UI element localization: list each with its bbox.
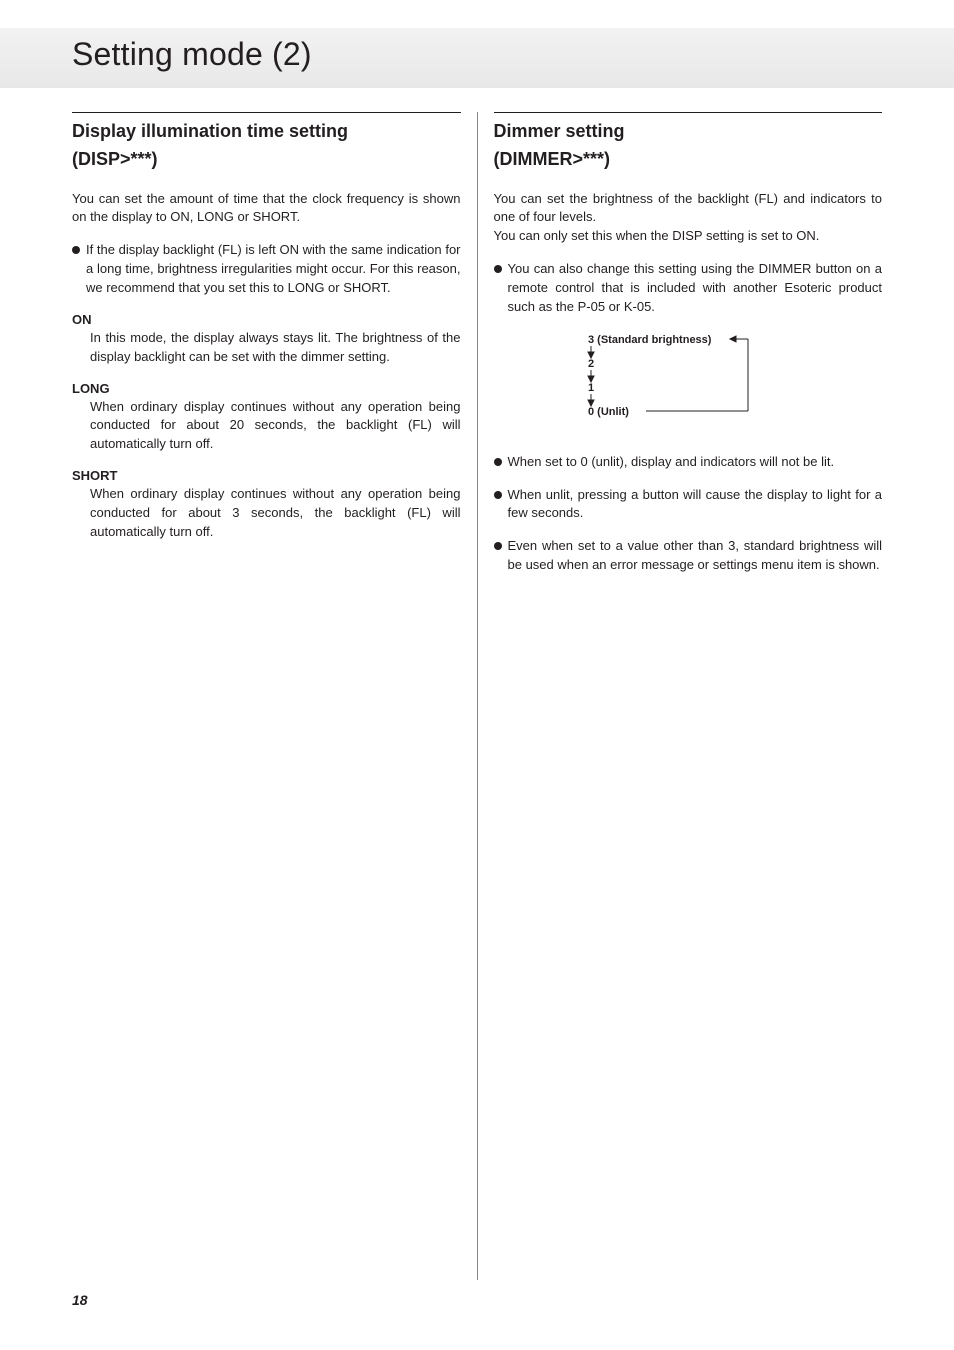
option-long-label: LONG (72, 381, 461, 396)
option-long-desc: When ordinary display continues without … (72, 398, 461, 455)
dimmer-press-text: When unlit, pressing a button will cause… (508, 486, 883, 524)
disp-section-title: Display illumination time setting (72, 119, 461, 143)
disp-section-subtitle: (DISP>***) (72, 147, 461, 171)
page-number: 18 (72, 1292, 88, 1308)
diagram-level-0: 0 (Unlit) (588, 406, 629, 418)
option-on-label: ON (72, 312, 461, 327)
dimmer-remote-text: You can also change this setting using t… (508, 260, 883, 317)
diagram-level-3: 3 (Standard brightness) (588, 334, 712, 346)
page-header-title: Setting mode (2) (72, 36, 312, 73)
diagram-level-1: 1 (588, 382, 594, 394)
dimmer-stdbright-bullet: Even when set to a value other than 3, s… (494, 537, 883, 575)
dimmer-stdbright-text: Even when set to a value other than 3, s… (508, 537, 883, 575)
option-on: ON In this mode, the display always stay… (72, 312, 461, 367)
bullet-icon (494, 458, 502, 466)
bullet-icon (72, 246, 80, 254)
dimmer-level-diagram: 3 (Standard brightness) 2 1 0 (Unlit) (494, 331, 883, 423)
dimmer-section-title: Dimmer setting (494, 119, 883, 143)
option-short-label: SHORT (72, 468, 461, 483)
bullet-icon (494, 265, 502, 273)
section-rule (72, 112, 461, 113)
dimmer-unlit-text: When set to 0 (unlit), display and indic… (508, 453, 883, 472)
content-area: Display illumination time setting (DISP>… (72, 112, 882, 1280)
disp-warning-text: If the display backlight (FL) is left ON… (86, 241, 461, 298)
disp-warning-bullet: If the display backlight (FL) is left ON… (72, 241, 461, 298)
right-column: Dimmer setting (DIMMER>***) You can set … (478, 112, 883, 1280)
diagram-level-2: 2 (588, 358, 594, 370)
disp-intro-text: You can set the amount of time that the … (72, 190, 461, 228)
dimmer-remote-bullet: You can also change this setting using t… (494, 260, 883, 317)
option-short-desc: When ordinary display continues without … (72, 485, 461, 542)
dimmer-section-subtitle: (DIMMER>***) (494, 147, 883, 171)
dimmer-diagram-svg: 3 (Standard brightness) 2 1 0 (Unlit) (568, 331, 808, 423)
left-column: Display illumination time setting (DISP>… (72, 112, 477, 1280)
section-rule (494, 112, 883, 113)
dimmer-unlit-bullet: When set to 0 (unlit), display and indic… (494, 453, 883, 472)
option-short: SHORT When ordinary display continues wi… (72, 468, 461, 542)
bullet-icon (494, 542, 502, 550)
option-on-desc: In this mode, the display always stays l… (72, 329, 461, 367)
dimmer-press-bullet: When unlit, pressing a button will cause… (494, 486, 883, 524)
option-long: LONG When ordinary display continues wit… (72, 381, 461, 455)
bullet-icon (494, 491, 502, 499)
dimmer-intro-text: You can set the brightness of the backli… (494, 190, 883, 228)
dimmer-note-text: You can only set this when the DISP sett… (494, 227, 883, 246)
